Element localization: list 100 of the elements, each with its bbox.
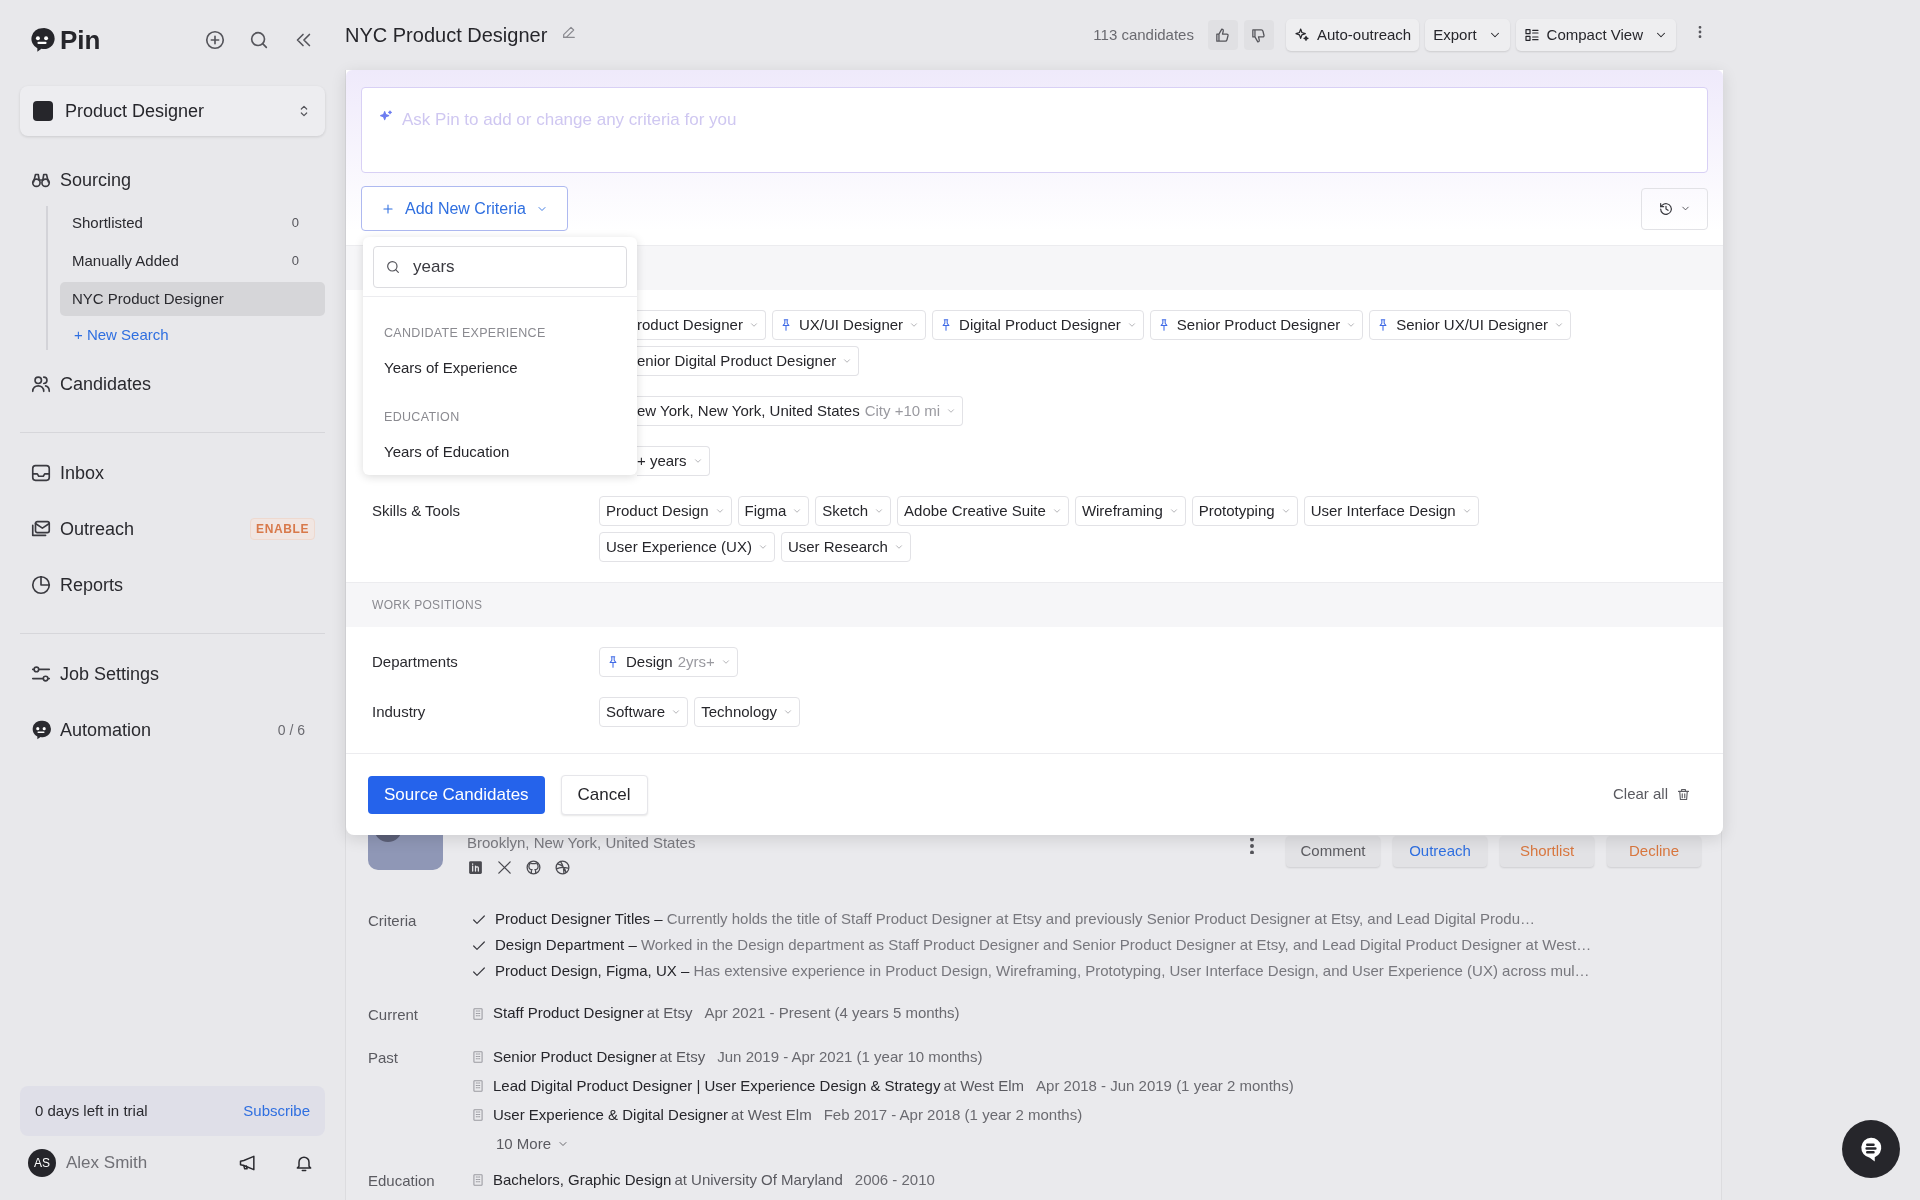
criteria-chip[interactable]: User Experience (UX) [599, 532, 775, 562]
user-name: Alex Smith [66, 1152, 149, 1175]
dribbble-link[interactable] [554, 858, 571, 876]
caret-icon [1461, 506, 1472, 516]
kebab-icon [1250, 838, 1254, 854]
criteria-chip[interactable]: enior Digital Product Designer [637, 346, 860, 376]
action-button[interactable]: Outreach [1393, 836, 1487, 867]
criteria-text: Design Department – Worked in the Design department as Staff Product Designer and Senior Product Designer at Etsy, and Lead Digital Product Designer at West… [495, 935, 1592, 956]
nav-item[interactable]: Candidates [20, 366, 325, 402]
source-candidates-button[interactable]: Source Candidates [368, 775, 545, 814]
criteria-chip[interactable]: Wireframing [1074, 496, 1186, 526]
action-button[interactable]: Comment [1286, 836, 1380, 867]
criteria-chip[interactable]: Software [599, 697, 689, 727]
nav-item[interactable]: Outreach ENABLE [20, 511, 325, 547]
toolbar-button[interactable]: Compact View [1515, 19, 1676, 51]
criteria-chip[interactable]: User Research [780, 532, 911, 562]
sliders-icon [30, 663, 52, 685]
employer-name: at University Of Maryland [674, 1169, 843, 1190]
search-icon [248, 29, 270, 51]
criteria-chip[interactable]: ew York, New York, United States City +10 mi [637, 396, 964, 426]
job-title: Lead Digital Product Designer | User Experience Design & Strategy [493, 1075, 941, 1096]
prompt-field[interactable]: Ask Pin to add or change any criteria for you [402, 107, 1691, 133]
job-title: User Experience & Digital Designer [493, 1104, 729, 1125]
dropdown-option[interactable]: Years of Experience [363, 356, 637, 380]
field-label: Criteria [368, 910, 418, 931]
prompt-box[interactable]: Ask Pin to add or change any criteria for you [361, 87, 1708, 173]
criteria-chip[interactable]: Prototyping [1191, 496, 1298, 526]
field-label: Past [368, 1048, 399, 1068]
nav-item[interactable]: Sourcing [20, 162, 325, 198]
criteria-chip[interactable]: Adobe Creative Suite [897, 496, 1069, 526]
workspace-logo-icon [33, 101, 53, 121]
caret-icon [1126, 320, 1137, 330]
search-box[interactable]: years [373, 246, 627, 288]
list-icon [1523, 27, 1540, 43]
criteria-chip[interactable]: Figma [737, 496, 810, 526]
github-link[interactable] [525, 858, 542, 876]
brand-name: Pin [60, 23, 101, 57]
dropdown-option[interactable]: Years of Education [363, 441, 637, 464]
criteria-chip[interactable]: UX/UI Designer [771, 310, 927, 340]
nav-item[interactable]: Automation 0 / 6 [20, 712, 325, 748]
workspace-selector[interactable]: Product Designer [20, 86, 325, 136]
toolbar-button[interactable]: Export [1425, 19, 1510, 51]
criteria-chip[interactable]: roduct Designer [637, 310, 766, 340]
page-title: NYC Product Designer [345, 23, 548, 48]
criteria-chip[interactable]: Product Design [599, 496, 732, 526]
cancel-button[interactable]: Cancel [560, 774, 648, 815]
sub-nav-item[interactable]: NYC Product Designer [60, 282, 325, 316]
job-dates: 2006 - 2010 [854, 1169, 935, 1190]
pin-logo-icon [30, 719, 52, 741]
chat-button[interactable] [1842, 1120, 1900, 1178]
users-icon [30, 373, 52, 395]
job-dates: Apr 2018 - Jun 2019 (1 year 2 months) [1036, 1075, 1294, 1096]
new-search-link[interactable]: + New Search [60, 320, 325, 350]
nav-item[interactable]: Inbox [20, 455, 325, 491]
caret-icon [874, 506, 885, 516]
criteria-chip[interactable]: Design 2yrs+ [599, 647, 738, 677]
criteria-chip[interactable]: Senior UX/UI Designer [1369, 310, 1571, 340]
linkedin-link[interactable] [467, 858, 484, 876]
caret-icon [1168, 506, 1179, 516]
caret-icon [893, 542, 904, 552]
add-criteria-button[interactable]: Add New Criteria [361, 186, 568, 231]
nav-item[interactable]: Job Settings [20, 656, 325, 692]
caret-icon [792, 506, 803, 516]
more-button[interactable] [1250, 838, 1254, 854]
criteria-chip[interactable]: + years [637, 446, 710, 476]
criteria-chip[interactable]: Sketch [815, 496, 892, 526]
add-icon [204, 29, 226, 51]
criteria-label: Skills & Tools [372, 500, 461, 521]
caret-icon [783, 707, 794, 717]
caret-icon [1554, 320, 1564, 330]
criteria-chip[interactable]: Senior Product Designer [1149, 310, 1364, 340]
sub-nav-item[interactable]: Shortlisted 0 [60, 206, 325, 240]
subscribe-link[interactable]: Subscribe [243, 1099, 310, 1123]
caret-icon [692, 456, 703, 466]
thumbs-down-button[interactable] [1243, 20, 1274, 50]
history-button[interactable] [1641, 187, 1708, 230]
criteria-chip[interactable]: Technology [694, 697, 801, 727]
job-title: Bachelors, Graphic Design [493, 1169, 672, 1190]
caret-icon [757, 542, 768, 552]
caret-icon [671, 707, 682, 717]
show-more-button[interactable]: 10 More [471, 1134, 1294, 1154]
sparkle-icon [1293, 27, 1310, 43]
x-link[interactable] [496, 858, 513, 876]
search-field[interactable]: years [413, 254, 615, 280]
clear-all-button[interactable]: Clear all [1612, 783, 1691, 806]
thumbs-up-button[interactable] [1207, 20, 1238, 50]
job-title: Senior Product Designer [493, 1046, 657, 1067]
plus-icon [381, 201, 395, 216]
nav-item[interactable]: Reports [20, 567, 325, 603]
candidate-location: Brooklyn, New York, United States [467, 833, 696, 853]
logo-icon [28, 26, 56, 54]
toolbar-button[interactable]: Auto-outreach [1285, 19, 1420, 51]
criteria-label: Industry [372, 701, 426, 722]
megaphone-icon [238, 1153, 258, 1173]
job-dates: Jun 2019 - Apr 2021 (1 year 10 months) [717, 1046, 983, 1067]
thumbs-up-icon [1214, 26, 1232, 44]
caret-icon [720, 657, 731, 667]
sub-nav-item[interactable]: Manually Added 0 [60, 244, 325, 278]
criteria-chip[interactable]: User Interface Design [1303, 496, 1479, 526]
criteria-chip[interactable]: Digital Product Designer [932, 310, 1144, 340]
